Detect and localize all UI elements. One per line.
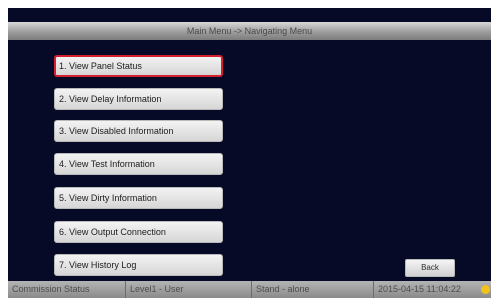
view-disabled-information-button[interactable]: 3. View Disabled Information [54, 120, 223, 142]
view-history-log-button[interactable]: 7. View History Log [54, 254, 223, 276]
panel-screen: Main Menu -> Navigating Menu 1. View Pan… [8, 8, 491, 298]
datetime-cell: 2015-04-15 11:04:22 [374, 281, 491, 298]
status-bar: Commission Status Level1 - User Stand - … [8, 281, 491, 298]
status-indicator-icon [481, 285, 490, 294]
user-level-label: Level1 - User [126, 281, 252, 298]
view-delay-information-button[interactable]: 2. View Delay Information [54, 88, 223, 110]
view-output-connection-button[interactable]: 6. View Output Connection [54, 221, 223, 243]
commission-status-label: Commission Status [8, 281, 126, 298]
page-title: Main Menu -> Navigating Menu [8, 22, 491, 40]
network-mode-label: Stand - alone [252, 281, 374, 298]
view-test-information-button[interactable]: 4. View Test Information [54, 153, 223, 175]
view-dirty-information-button[interactable]: 5. View Dirty Information [54, 187, 223, 209]
datetime-label: 2015-04-15 11:04:22 [378, 284, 461, 294]
back-button[interactable]: Back [405, 259, 455, 277]
view-panel-status-button[interactable]: 1. View Panel Status [54, 55, 223, 77]
